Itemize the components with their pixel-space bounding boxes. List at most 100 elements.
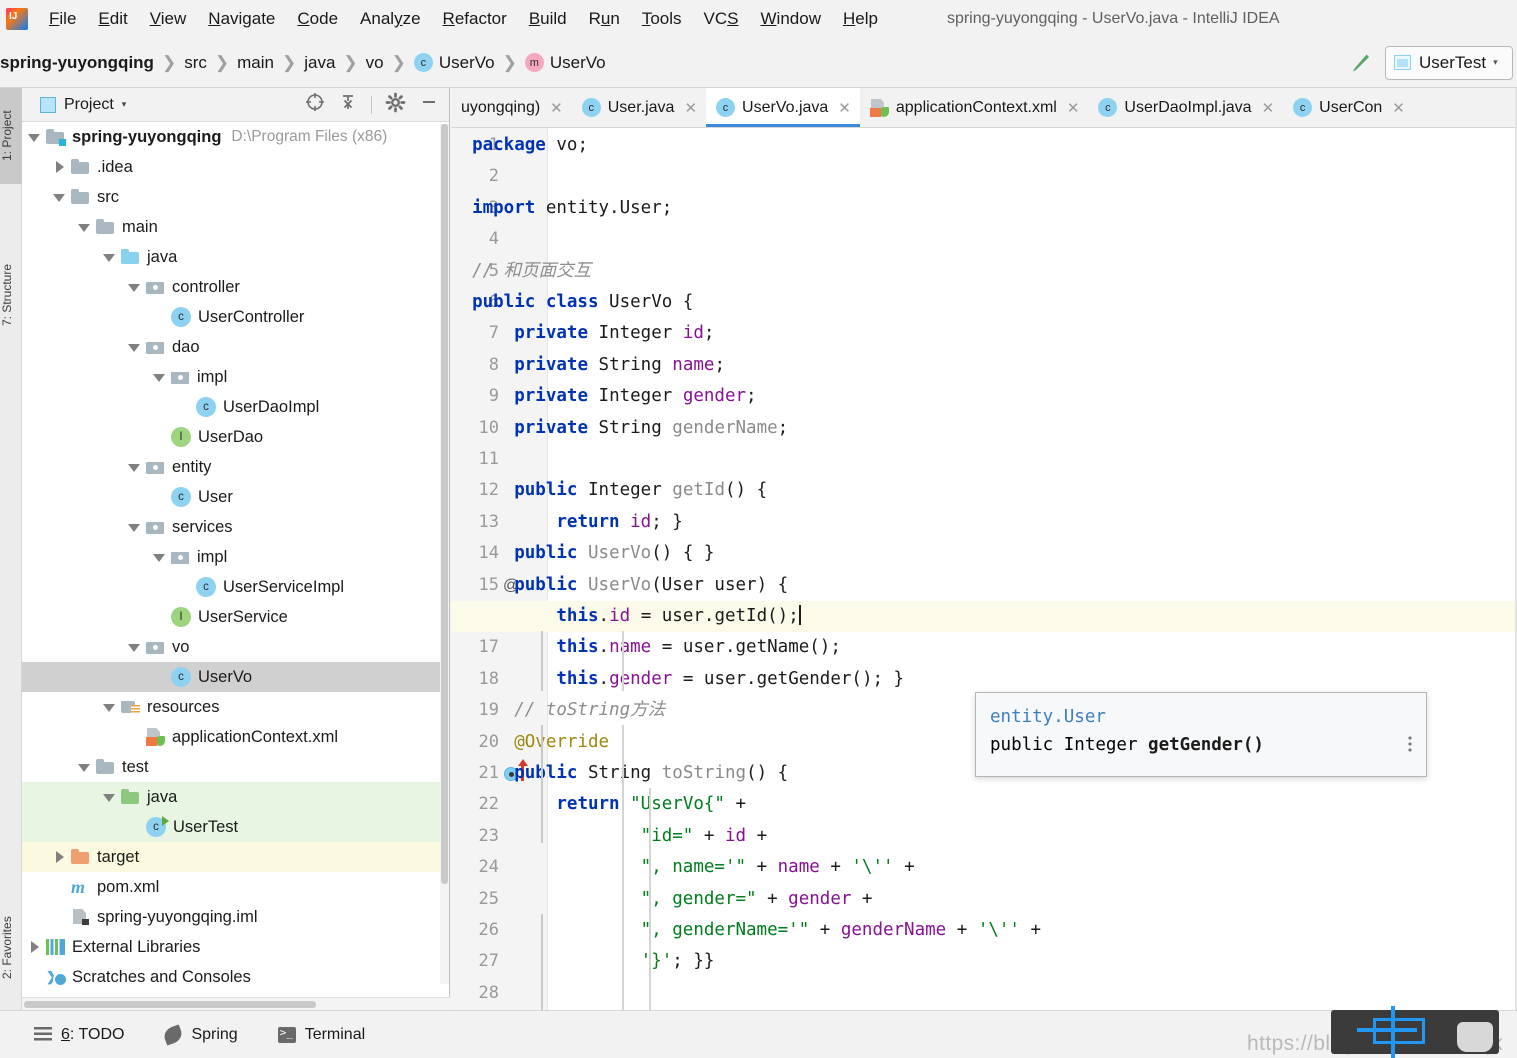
quick-documentation-popup[interactable]: entity.User public Integer getGender()	[975, 692, 1427, 777]
tool-tab-project[interactable]: 1: Project	[0, 88, 22, 184]
close-icon[interactable]: ✕	[1262, 99, 1275, 117]
editor-tab-bar[interactable]: uyongqing) ✕ c User.java ✕ c UserVo.java ✕ appli…	[451, 88, 1517, 128]
code-line-6[interactable]: public class UserVo {	[451, 287, 1517, 318]
code-line-14[interactable]: public UserVo() { }	[451, 538, 1517, 569]
menu-edit[interactable]: Edit	[87, 7, 138, 31]
chevron-right-icon[interactable]	[53, 160, 66, 174]
tree-node-resources[interactable]: resources	[22, 692, 449, 722]
code-line-22[interactable]: return "UserVo{" +	[451, 789, 1517, 820]
chevron-right-icon[interactable]	[53, 850, 66, 864]
menu-analyze[interactable]: Analyze	[349, 7, 432, 31]
tree-node-java[interactable]: java	[22, 242, 449, 272]
code-line-27[interactable]: '}'; }}	[451, 946, 1517, 977]
menu-run[interactable]: Run	[578, 7, 631, 31]
tree-node-userdao[interactable]: I UserDao	[22, 422, 449, 452]
code-line-15[interactable]: public UserVo(User user) {	[451, 570, 1517, 601]
breadcrumb-item-uservo[interactable]: m UserVo	[524, 53, 606, 73]
editor-tab-uyongqing-[interactable]: uyongqing) ✕	[451, 88, 572, 127]
breadcrumb[interactable]: spring-yuyongqing ❯ src ❯ main ❯ java ❯ vo ❯ c User…	[0, 53, 606, 73]
code-editor[interactable]: 123456789101112131415@161718192021222324…	[451, 128, 1517, 1058]
chevron-down-icon[interactable]	[128, 281, 141, 294]
tree-node-impl[interactable]: impl	[22, 542, 449, 572]
breadcrumb-item-main[interactable]: main	[237, 53, 274, 73]
locate-icon[interactable]	[305, 92, 325, 117]
tree-horizontal-scrollbar[interactable]	[22, 997, 450, 1010]
collapse-all-icon[interactable]	[338, 92, 358, 117]
code-line-16[interactable]: this.id = user.getId();	[451, 601, 1517, 632]
code-line-13[interactable]: return id; }	[451, 507, 1517, 538]
status-6-todo[interactable]: 6: TODO	[34, 1026, 124, 1044]
tree-node-pom-xml[interactable]: m pom.xml	[22, 872, 449, 902]
tree-node-userdaoimpl[interactable]: c UserDaoImpl	[22, 392, 449, 422]
tree-node-external-libraries[interactable]: External Libraries	[22, 932, 449, 962]
tree-node-vo[interactable]: vo	[22, 632, 449, 662]
tree-node-scratches-and-consoles[interactable]: ❯ Scratches and Consoles	[22, 962, 449, 988]
code-line-25[interactable]: ", gender=" + gender +	[451, 884, 1517, 915]
chevron-down-icon[interactable]	[128, 641, 141, 654]
code-line-28[interactable]	[451, 978, 1517, 1009]
tree-node-user[interactable]: c User	[22, 482, 449, 512]
editor-tab-applicationcontext-xml[interactable]: applicationContext.xml ✕	[860, 88, 1089, 127]
menu-tools[interactable]: Tools	[631, 7, 693, 31]
chevron-down-icon[interactable]	[103, 251, 116, 264]
close-icon[interactable]: ✕	[1067, 99, 1080, 117]
kebab-menu-icon[interactable]	[1408, 735, 1412, 753]
code-line-18[interactable]: this.gender = user.getGender(); }	[451, 664, 1517, 695]
menu-file[interactable]: File	[38, 7, 87, 31]
tree-node-dao[interactable]: dao	[22, 332, 449, 362]
chevron-down-icon[interactable]	[153, 551, 166, 564]
tree-node-main[interactable]: main	[22, 212, 449, 242]
tree-node-usertest[interactable]: c UserTest	[22, 812, 449, 842]
tool-tab-favorites[interactable]: 2: Favorites	[0, 888, 22, 1008]
code-line-12[interactable]: public Integer getId() {	[451, 475, 1517, 506]
run-configuration-selector[interactable]: UserTest ▾	[1385, 45, 1513, 80]
tree-node-target[interactable]: target	[22, 842, 449, 872]
menu-vcs[interactable]: VCS	[693, 7, 750, 31]
chevron-down-icon[interactable]	[128, 461, 141, 474]
editor-tab-usercon[interactable]: c UserCon ✕	[1283, 88, 1414, 127]
menu-help[interactable]: Help	[832, 7, 889, 31]
status-spring[interactable]: Spring	[162, 1023, 238, 1046]
tree-node-test[interactable]: test	[22, 752, 449, 782]
tool-tab-structure[interactable]: 7: Structure	[0, 236, 22, 354]
tree-node-applicationcontext-xml[interactable]: applicationContext.xml	[22, 722, 449, 752]
code-line-17[interactable]: this.name = user.getName();	[451, 632, 1517, 663]
minimize-icon[interactable]	[419, 92, 439, 117]
chevron-down-icon[interactable]	[28, 131, 41, 144]
code-line-11[interactable]	[451, 444, 1517, 475]
chevron-down-icon[interactable]	[78, 221, 91, 234]
tree-vertical-scrollbar[interactable]	[440, 124, 449, 984]
chevron-down-icon[interactable]	[103, 701, 116, 714]
project-tree[interactable]: spring-yuyongqing D:\Program Files (x86).…	[22, 122, 449, 988]
chevron-down-icon[interactable]	[128, 341, 141, 354]
menu-build[interactable]: Build	[518, 7, 578, 31]
tree-node-spring-yuyongqing[interactable]: spring-yuyongqing D:\Program Files (x86)	[22, 122, 449, 152]
close-icon[interactable]: ✕	[684, 99, 697, 117]
code-line-23[interactable]: "id=" + id +	[451, 821, 1517, 852]
editor-tab-uservo-java[interactable]: c UserVo.java ✕	[706, 88, 860, 127]
breadcrumb-item-uservo[interactable]: c UserVo	[413, 53, 495, 73]
chevron-right-icon[interactable]	[28, 940, 41, 954]
code-line-24[interactable]: ", name='" + name + '\'' +	[451, 852, 1517, 883]
status-terminal[interactable]: Terminal	[277, 1026, 365, 1044]
breadcrumb-item-vo[interactable]: vo	[366, 53, 384, 73]
tree-node-entity[interactable]: entity	[22, 452, 449, 482]
settings-gear-icon[interactable]	[385, 92, 406, 118]
close-icon[interactable]: ✕	[838, 99, 851, 117]
tree-node-spring-yuyongqing-iml[interactable]: spring-yuyongqing.iml	[22, 902, 449, 932]
menu-navigate[interactable]: Navigate	[197, 7, 286, 31]
build-hammer-icon[interactable]	[1347, 50, 1373, 76]
chevron-down-icon[interactable]: ▾	[1493, 57, 1498, 68]
code-line-10[interactable]: private String genderName;	[451, 413, 1517, 444]
breadcrumb-item-spring-yuyongqing[interactable]: spring-yuyongqing	[0, 53, 154, 73]
chevron-down-icon[interactable]	[103, 791, 116, 804]
menu-view[interactable]: View	[139, 7, 198, 31]
tree-node-services[interactable]: services	[22, 512, 449, 542]
breadcrumb-item-java[interactable]: java	[304, 53, 335, 73]
close-icon[interactable]: ✕	[1392, 99, 1405, 117]
editor-tab-user-java[interactable]: c User.java ✕	[572, 88, 706, 127]
close-icon[interactable]: ✕	[550, 99, 563, 117]
tree-node-uservo[interactable]: c UserVo	[22, 662, 449, 692]
code-line-3[interactable]: import entity.User;	[451, 193, 1517, 224]
menu-window[interactable]: Window	[750, 7, 832, 31]
